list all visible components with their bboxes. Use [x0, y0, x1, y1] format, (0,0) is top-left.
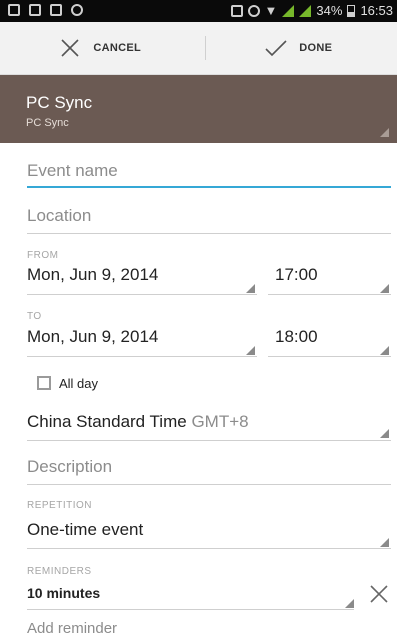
to-time-underline — [268, 356, 391, 357]
notification-icons — [8, 4, 83, 16]
timezone-underline — [27, 440, 391, 441]
screen-icon — [50, 4, 62, 16]
dropdown-corner-icon — [246, 346, 255, 355]
description-underline — [27, 484, 391, 485]
all-day-checkbox[interactable] — [37, 376, 51, 390]
description-field[interactable]: Description — [27, 457, 391, 477]
dropdown-corner-icon — [380, 429, 389, 438]
all-day-label: All day — [59, 376, 179, 391]
battery-percent: 34% — [316, 3, 342, 18]
done-button[interactable]: DONE — [199, 22, 397, 74]
timezone-selector[interactable]: China Standard Time GMT+8 — [27, 412, 391, 432]
vibrate-icon — [231, 5, 243, 17]
timezone-name: China Standard Time — [27, 412, 187, 431]
status-indicators: ▼ 34% 16:53 — [231, 3, 393, 18]
reminder-selector[interactable]: 10 minutes — [27, 585, 347, 601]
from-time-picker[interactable]: 17:00 — [275, 265, 391, 285]
clock: 16:53 — [360, 3, 393, 18]
remove-reminder-icon[interactable] — [368, 583, 390, 605]
from-time-underline — [268, 294, 391, 295]
add-reminder-link[interactable]: Add reminder — [27, 620, 391, 637]
to-date-underline — [27, 356, 257, 357]
dropdown-corner-icon — [246, 284, 255, 293]
reminder-underline — [27, 609, 354, 610]
from-date-underline — [27, 294, 257, 295]
repetition-selector[interactable]: One-time event — [27, 520, 391, 540]
usb-icon — [71, 4, 83, 16]
status-bar: ▼ 34% 16:53 — [0, 0, 397, 22]
action-divider — [205, 36, 206, 60]
repetition-underline — [27, 548, 391, 549]
dropdown-corner-icon — [345, 599, 354, 608]
to-time-picker[interactable]: 18:00 — [275, 327, 391, 347]
check-icon — [263, 35, 289, 61]
from-label: FROM — [27, 250, 391, 261]
timezone-offset: GMT+8 — [191, 412, 248, 431]
cancel-label: CANCEL — [93, 42, 141, 54]
dropdown-corner-icon — [380, 346, 389, 355]
to-date-picker[interactable]: Mon, Jun 9, 2014 — [27, 327, 257, 347]
close-icon — [57, 35, 83, 61]
from-date-picker[interactable]: Mon, Jun 9, 2014 — [27, 265, 257, 285]
message-icon — [29, 4, 41, 16]
calendar-name: PC Sync — [26, 93, 92, 113]
event-name-underline — [27, 186, 391, 188]
calendar-selector[interactable]: PC Sync PC Sync — [0, 75, 397, 143]
location-field[interactable]: Location — [27, 206, 391, 226]
signal-icon — [282, 5, 294, 17]
reminders-label: REMINDERS — [27, 566, 391, 577]
location-underline — [27, 233, 391, 234]
notification-icon — [8, 4, 20, 16]
battery-icon — [347, 5, 355, 17]
to-label: TO — [27, 311, 391, 322]
calendar-account: PC Sync — [26, 117, 69, 129]
wifi-icon: ▼ — [265, 3, 278, 18]
action-bar: CANCEL DONE — [0, 22, 397, 75]
event-name-field[interactable]: Event name — [27, 161, 391, 181]
dropdown-corner-icon — [380, 284, 389, 293]
cancel-button[interactable]: CANCEL — [0, 22, 199, 74]
dropdown-corner-icon — [380, 128, 389, 137]
signal-icon-2 — [299, 5, 311, 17]
alarm-icon — [248, 5, 260, 17]
repetition-label: REPETITION — [27, 500, 391, 511]
done-label: DONE — [299, 42, 332, 54]
dropdown-corner-icon — [380, 538, 389, 547]
